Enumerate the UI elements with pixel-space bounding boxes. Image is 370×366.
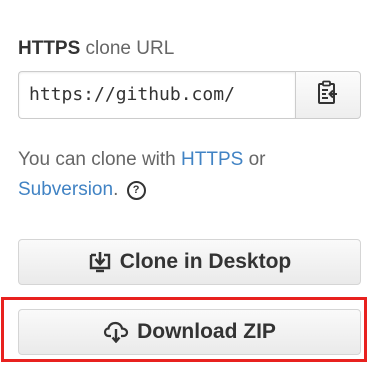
clone-url-heading: HTTPS clone URL xyxy=(18,38,174,60)
copy-url-button[interactable] xyxy=(295,71,361,119)
download-zip-button[interactable]: Download ZIP xyxy=(18,309,361,355)
question-circle-icon[interactable]: ? xyxy=(126,181,146,200)
clone-url-group: https://github.com/ xyxy=(18,71,361,119)
clone-url-input[interactable]: https://github.com/ xyxy=(18,71,295,119)
clone-in-desktop-label: Clone in Desktop xyxy=(119,250,292,273)
download-zip-label: Download ZIP xyxy=(137,320,276,343)
clone-in-desktop-button[interactable]: Clone in Desktop xyxy=(18,239,361,285)
clone-url-label: clone URL xyxy=(80,38,175,59)
clipboard-icon xyxy=(317,80,339,111)
help-prefix: You can clone with xyxy=(18,149,182,170)
desktop-download-icon xyxy=(88,251,112,273)
clone-help-text: You can clone with HTTPS or Subversion. … xyxy=(18,145,363,205)
clone-protocol-label[interactable]: HTTPS xyxy=(18,38,80,59)
clone-panel: HTTPS clone URL https://github.com/ You … xyxy=(0,0,370,366)
https-link[interactable]: HTTPS xyxy=(181,149,243,170)
help-or: or xyxy=(243,149,266,170)
help-suffix: . xyxy=(113,179,119,200)
cloud-download-icon xyxy=(103,321,129,343)
subversion-link[interactable]: Subversion xyxy=(18,179,113,200)
